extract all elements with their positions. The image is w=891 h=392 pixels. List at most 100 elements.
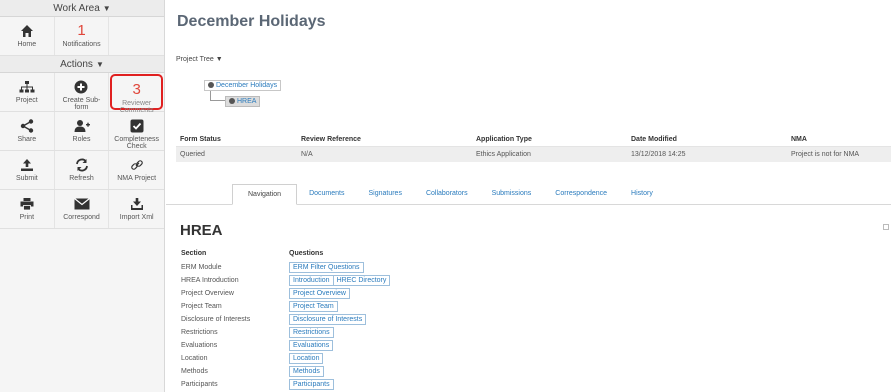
tree-node-root[interactable]: December Holidays [204,80,282,91]
refresh-icon [55,155,109,175]
plus-circle-icon [55,77,109,97]
project-tree-toggle[interactable]: Project Tree ▼ [176,56,223,63]
date-modified-value: 13/12/2018 14:25 [631,151,686,158]
share-button[interactable]: Share [0,112,55,150]
list-item: Methods Methods [181,365,581,378]
header-form-status: Form Status [180,136,221,143]
navigation-headers: Section Questions [181,250,323,257]
tab-signatures[interactable]: Signatures [356,184,413,205]
section-name: Participants [181,381,218,388]
import-xml-label: Import Xml [119,214,154,221]
list-item: Restrictions Restrictions [181,326,581,339]
submit-button[interactable]: Submit [0,151,55,189]
print-label: Print [19,214,35,221]
tab-collaborators[interactable]: Collaborators [414,184,480,205]
section-header: Section [181,250,207,257]
print-icon [0,194,54,214]
notifications-label: Notifications [62,41,101,48]
project-tree-label: Project Tree [176,56,214,63]
section-name: Evaluations [181,342,218,349]
share-label: Share [17,136,37,143]
tab-history[interactable]: History [619,184,665,205]
roles-label: Roles [72,136,91,143]
header-nma: NMA [791,136,807,143]
nma-project-button[interactable]: NMA Project [109,151,164,189]
tree-node-hrea[interactable]: HREA [225,96,261,107]
sidebar: Work Area ▼ Home 1 Notifications Actions ▼… [0,0,165,392]
questions-header: Questions [289,250,324,257]
question-link[interactable]: Disclosure of Interests [289,314,367,325]
status-row: Queried N/A Ethics Application 13/12/201… [176,147,891,162]
form-status-value: Queried [180,151,205,158]
roles-button[interactable]: Roles [55,112,110,150]
work-area-menu[interactable]: Work Area ▼ [0,0,164,17]
home-button[interactable]: Home [0,17,55,55]
envelope-icon [55,194,109,214]
status-header-row: Form Status Review Reference Application… [176,132,891,147]
check-square-icon [109,116,164,136]
header-application-type: Application Type [476,136,532,143]
import-tray-icon [109,194,164,214]
project-label: Project [15,97,38,104]
tab-correspondence[interactable]: Correspondence [543,184,619,205]
section-name: Project Overview [181,290,234,297]
form-title: HREA [180,222,223,239]
section-name: HREA Introduction [181,277,239,284]
minus-circle-icon [229,98,235,104]
import-xml-button[interactable]: Import Xml [109,190,164,228]
print-button[interactable]: Print [0,190,55,228]
tab-navigation[interactable]: Navigation [232,184,298,205]
correspond-label: Correspond [63,214,100,221]
question-link[interactable]: Project Overview [289,288,350,299]
question-link[interactable]: ERM Filter Questions [289,262,364,273]
notifications-count: 1 [77,22,86,39]
home-label: Home [17,41,37,48]
actions-label: Actions [60,59,93,70]
question-link[interactable]: Introduction [289,275,334,286]
question-link[interactable]: Location [289,353,324,364]
question-link[interactable]: Evaluations [289,340,334,351]
create-subform-button[interactable]: Create Sub-form [55,73,110,111]
tab-documents[interactable]: Documents [297,184,356,205]
page-title: December Holidays [177,13,326,30]
completeness-label: Completeness Check [114,136,160,150]
status-table: Form Status Review Reference Application… [176,132,891,162]
minus-circle-icon [208,82,214,88]
main-content: December Holidays Project Tree ▼ Decembe… [166,0,891,392]
chevron-down-icon: ▼ [102,4,111,13]
question-link[interactable]: Restrictions [289,327,334,338]
create-subform-label: Create Sub-form [62,97,101,111]
question-link[interactable]: Participants [289,379,334,390]
completeness-check-button[interactable]: Completeness Check [109,112,164,150]
section-name: Location [181,355,208,362]
section-name: Methods [181,368,208,375]
home-icon [0,21,54,41]
section-name: Restrictions [181,329,218,336]
header-date-modified: Date Modified [631,136,677,143]
list-item: Location Location [181,352,581,365]
chevron-down-icon: ▼ [95,60,104,69]
correspond-button[interactable]: Correspond [55,190,110,228]
reviewer-comments-button[interactable]: 3 Reviewer Comments [110,74,163,114]
refresh-label: Refresh [69,175,94,182]
question-link[interactable]: Methods [289,366,324,377]
project-button[interactable]: Project [0,73,55,111]
list-item: Project Team Project Team [181,300,581,313]
collapse-icon[interactable] [883,224,889,230]
notifications-button[interactable]: 1 Notifications [55,17,110,55]
hierarchy-icon [0,77,54,97]
refresh-button[interactable]: Refresh [55,151,110,189]
share-icon [0,116,54,136]
list-item: Disclosure of Interests Disclosure of In… [181,313,581,326]
question-link[interactable]: Project Team [289,301,338,312]
list-item: ERM Module ERM Filter Questions [181,261,581,274]
actions-menu[interactable]: Actions ▼ [0,56,164,73]
section-name: Disclosure of Interests [181,316,251,323]
list-item: Project Overview Project Overview [181,287,581,300]
nma-value: Project is not for NMA [791,151,860,158]
question-link[interactable]: HREC Directory [333,275,391,286]
upload-tray-icon [0,155,54,175]
tab-submissions[interactable]: Submissions [480,184,544,205]
nma-project-label: NMA Project [117,175,157,182]
tab-bar: Navigation Documents Signatures Collabor… [232,184,665,205]
